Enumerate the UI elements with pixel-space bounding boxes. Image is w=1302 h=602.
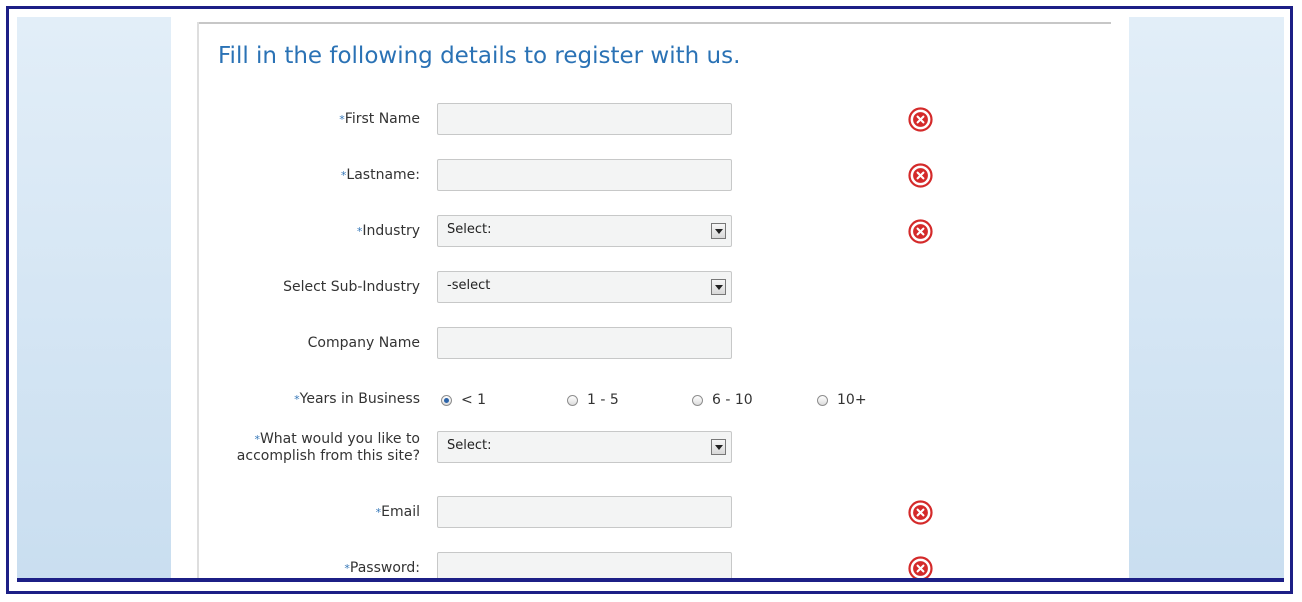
error-x-icon [908,500,933,525]
radio-label: < 1 [461,392,487,408]
goal-label-line1: What would you like to [259,431,420,447]
first-name-label-text: First Name [344,111,420,127]
frame-bottom-edge [17,578,1284,582]
sub-industry-selected-value: -select [447,278,491,293]
last-name-input[interactable] [437,159,732,191]
error-x-icon [908,219,933,244]
goal-label: *What would you like to accomplish from t… [237,431,420,465]
email-label: *Email [376,504,420,521]
goal-selected-value: Select: [447,438,492,453]
radio-button[interactable] [817,395,828,406]
last-name-label: *Lastname: [341,167,420,184]
password-label: *Password: [344,560,420,577]
first-name-label: *First Name [339,111,420,128]
radio-button-checked[interactable] [441,395,452,406]
last-name-row: *Lastname: [171,159,1129,193]
first-name-row: *First Name [171,103,1129,137]
screenshot-frame: Fill in the following details to registe… [6,6,1293,594]
years-in-business-row: *Years in Business < 1 1 - 5 6 - 10 10+ [171,383,1129,417]
company-name-input[interactable] [437,327,732,359]
industry-row: *Industry Select: [171,215,1129,249]
page-background: Fill in the following details to registe… [17,17,1284,582]
panel-top-border [197,22,1111,24]
industry-select[interactable]: Select: [437,215,732,247]
error-x-icon [908,163,933,188]
company-name-row: Company Name [171,327,1129,361]
industry-label-text: Industry [362,223,420,239]
years-in-business-label: *Years in Business [294,391,420,408]
sub-industry-row: Select Sub-Industry -select [171,271,1129,305]
radio-label: 6 - 10 [712,392,753,408]
industry-label: *Industry [357,223,420,240]
sub-industry-label: Select Sub-Industry [283,279,420,295]
goal-row: *What would you like to accomplish from t… [171,431,1129,465]
registration-panel: Fill in the following details to registe… [171,17,1129,582]
radio-button[interactable] [692,395,703,406]
radio-label: 1 - 5 [587,392,619,408]
form-title: Fill in the following details to registe… [218,43,741,69]
years-in-business-label-text: Years in Business [299,391,420,407]
goal-label-line2: accomplish from this site? [236,448,420,464]
email-input[interactable] [437,496,732,528]
company-name-label: Company Name [307,335,420,351]
sub-industry-select[interactable]: -select [437,271,732,303]
password-label-text: Password: [349,560,420,576]
chevron-down-icon[interactable] [711,279,726,295]
error-x-icon [908,107,933,132]
chevron-down-icon[interactable] [711,223,726,239]
radio-label: 10+ [837,392,867,408]
industry-selected-value: Select: [447,222,492,237]
first-name-input[interactable] [437,103,732,135]
radio-button[interactable] [567,395,578,406]
goal-select[interactable]: Select: [437,431,732,463]
last-name-label-text: Lastname: [346,167,420,183]
email-label-text: Email [381,504,420,520]
chevron-down-icon[interactable] [711,439,726,455]
email-row: *Email [171,496,1129,530]
